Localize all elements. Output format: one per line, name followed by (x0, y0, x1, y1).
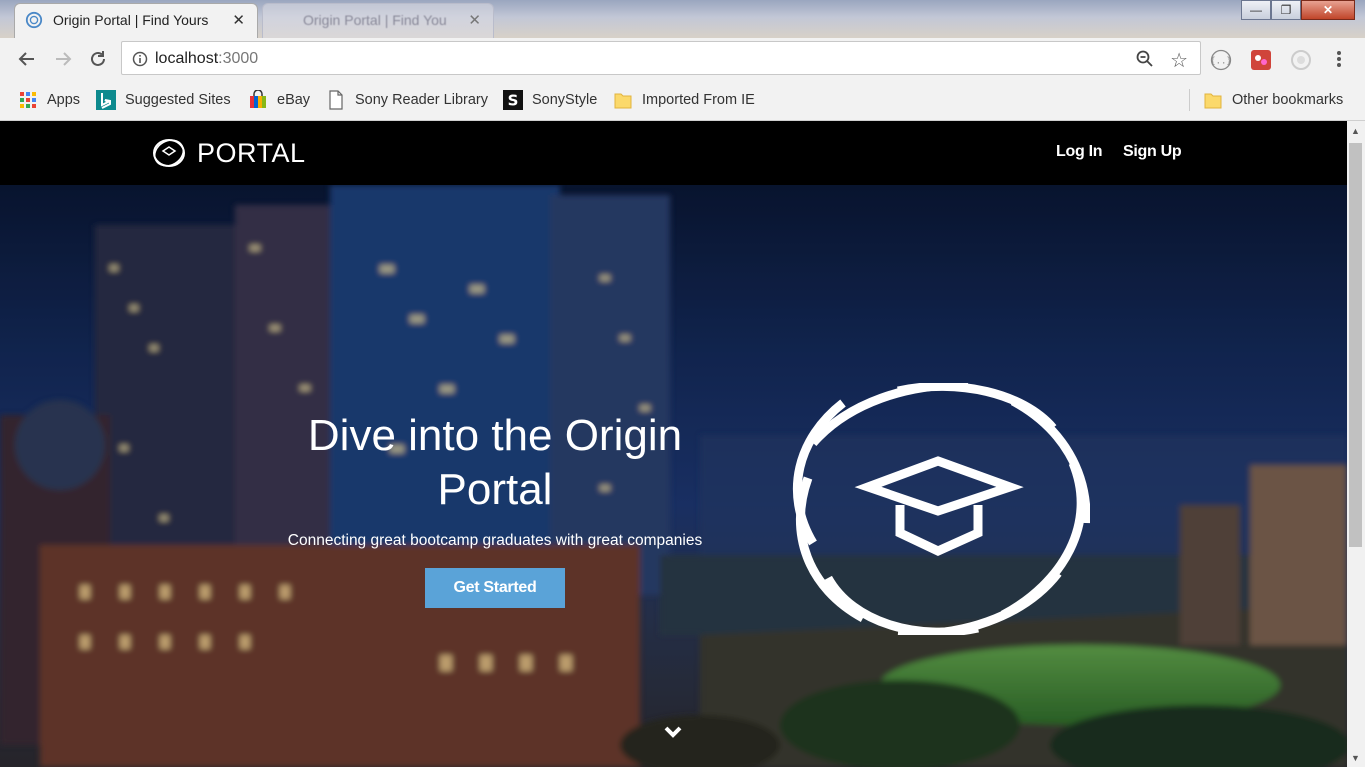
page-icon (329, 90, 343, 110)
hero-section: Dive into the Origin Portal Connecting g… (0, 185, 1347, 767)
scroll-down-arrow-icon[interactable]: ▼ (1351, 753, 1360, 763)
get-started-button[interactable]: Get Started (425, 568, 565, 608)
page-scrollbar[interactable]: ▲ ▼ (1347, 121, 1365, 767)
tab-close-icon[interactable]: ✕ (468, 11, 481, 29)
bookmark-other[interactable]: Other bookmarks (1203, 90, 1343, 110)
portal-logo-icon (153, 139, 185, 167)
browser-titlebar: Origin Portal | Find Yours ✕ Origin Port… (0, 0, 1365, 38)
bookmark-apps[interactable]: Apps (18, 90, 80, 110)
scroll-up-arrow-icon[interactable]: ▲ (1351, 126, 1360, 136)
folder-icon (1204, 93, 1222, 109)
back-button[interactable] (14, 46, 40, 72)
forward-button[interactable] (50, 46, 76, 72)
svg-text:{..}: {..} (1210, 57, 1232, 67)
ebay-bag-icon (250, 90, 266, 108)
tab-title: Origin Portal | Find You (303, 12, 447, 28)
reload-button[interactable] (85, 46, 111, 72)
svg-text:S: S (508, 92, 519, 110)
bookmarks-separator (1189, 89, 1190, 111)
extension-gray-icon[interactable] (1290, 49, 1312, 71)
bookmark-star-icon[interactable]: ☆ (1170, 48, 1188, 73)
tab-title: Origin Portal | Find Yours (53, 12, 209, 28)
window-maximize-button[interactable]: ❐ (1271, 0, 1301, 20)
tab-background[interactable]: Origin Portal | Find You ✕ (262, 3, 494, 38)
hero-subtitle: Connecting great bootcamp graduates with… (287, 532, 703, 549)
reload-icon (91, 51, 105, 66)
zoom-icon[interactable] (1136, 50, 1154, 68)
brand-name: PORTAL (197, 137, 306, 168)
window-controls: — ❐ ✕ (1241, 0, 1355, 22)
apps-grid-icon (20, 92, 36, 108)
portal-favicon-icon (25, 11, 43, 29)
hero-title: Dive into the Origin Portal (307, 411, 683, 514)
forward-arrow-icon (56, 52, 72, 66)
site-info-icon[interactable] (132, 51, 148, 67)
extension-braces-icon[interactable]: {..} (1210, 49, 1232, 71)
brand[interactable]: PORTAL (152, 137, 306, 169)
bookmark-label: Other bookmarks (1232, 92, 1344, 108)
bookmarks-bar: Apps Suggested Sites eBay Sony Reader Li… (0, 80, 1365, 121)
bookmark-label: eBay (277, 92, 311, 108)
site-navbar: PORTAL Log In Sign Up (0, 121, 1347, 185)
bookmark-sonystyle[interactable]: S SonyStyle (503, 90, 597, 110)
bookmark-imported-ie[interactable]: Imported From IE (613, 90, 755, 110)
back-arrow-icon (18, 52, 34, 66)
bookmark-label: Sony Reader Library (355, 92, 488, 108)
window-minimize-button[interactable]: — (1241, 0, 1271, 20)
scrollbar-thumb[interactable] (1349, 143, 1362, 547)
bookmark-ebay[interactable]: eBay (248, 90, 310, 110)
bookmark-label: SonyStyle (532, 92, 598, 108)
page-viewport: PORTAL Log In Sign Up Dive into the Orig… (0, 121, 1347, 767)
extension-red-icon[interactable] (1250, 49, 1272, 71)
sonystyle-icon: S (503, 90, 523, 110)
window-close-button[interactable]: ✕ (1301, 0, 1355, 20)
bookmark-suggested-sites[interactable]: Suggested Sites (96, 90, 231, 110)
menu-button[interactable] (1326, 46, 1352, 72)
bookmark-sony-reader[interactable]: Sony Reader Library (326, 90, 488, 110)
scroll-down-chevron-icon[interactable] (664, 725, 682, 739)
portal-emblem-icon (792, 383, 1090, 635)
url-text: localhost:3000 (155, 50, 259, 67)
bookmark-label: Imported From IE (642, 92, 755, 108)
bing-icon (96, 90, 116, 110)
login-link[interactable]: Log In (1056, 143, 1102, 161)
tab-close-icon[interactable]: ✕ (232, 11, 245, 29)
kebab-menu-icon (1337, 51, 1341, 67)
tab-origin-portal[interactable]: Origin Portal | Find Yours ✕ (14, 3, 258, 38)
browser-toolbar: localhost:3000 ☆ {..} (0, 38, 1365, 80)
bookmark-label: Apps (47, 92, 81, 108)
address-bar[interactable]: localhost:3000 ☆ (121, 41, 1201, 75)
signup-link[interactable]: Sign Up (1123, 143, 1182, 161)
folder-icon (614, 93, 632, 109)
bookmark-label: Suggested Sites (125, 92, 231, 108)
